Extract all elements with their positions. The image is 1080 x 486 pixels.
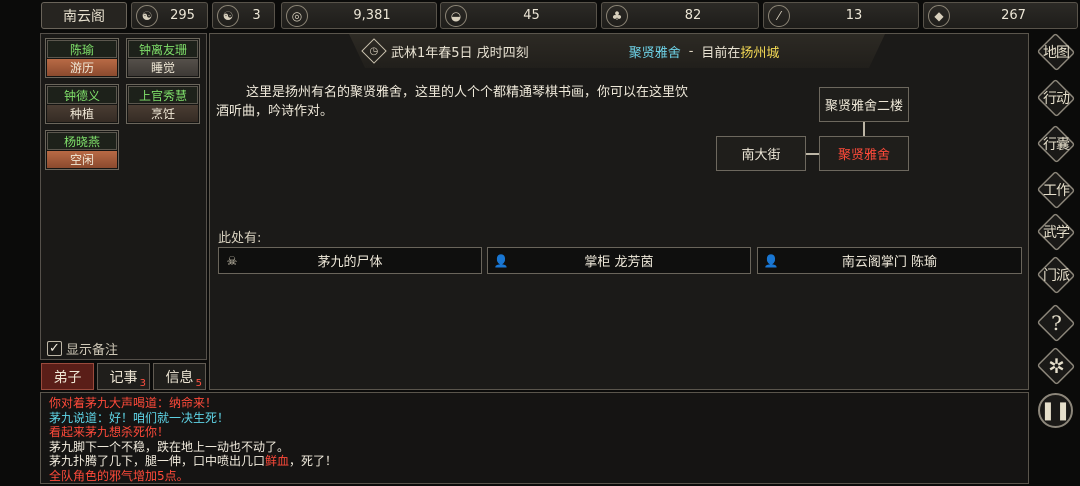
separator: - [688,43,694,59]
resource-reputation[interactable]: ☯ 295 [131,2,208,29]
herb-icon: ♣ [606,4,628,27]
resource-ore[interactable]: ◆ 267 [923,2,1078,29]
map-link-horizontal [806,153,819,155]
disciple-card[interactable]: 陈瑜 游历 [45,38,119,78]
menu-work-button[interactable]: 工作 [1034,172,1078,208]
resource-coin[interactable]: ◎ 9,381 [281,2,437,29]
disciple-name: 杨晓燕 [47,132,117,150]
resource-value: 295 [170,8,195,23]
person-icon: 👤 [493,253,509,268]
resource-value: 9,381 [353,8,391,23]
disciple-status: 睡觉 [128,59,198,76]
tab-label: 信息 [165,369,194,386]
log-text: 茅九扑腾了几下，腿一伸，口中喷出几口 [49,454,266,468]
food-bowl-icon: ◒ [445,4,467,27]
checkmark-icon: ✓ [47,341,62,356]
resource-value: 267 [1001,8,1026,23]
disciple-card[interactable]: 钟德义 种植 [45,84,119,124]
pause-icon: ❚❚ [1040,400,1071,421]
tab-label: 记事 [109,369,138,386]
log-text: ，死了！ [289,454,338,468]
ore-icon: ◆ [928,4,950,27]
disciple-name: 上官秀慧 [128,86,198,104]
skull-icon: ☠ [226,253,238,268]
wood-icon: ⁄ [768,4,790,27]
disciple-status: 种植 [47,105,117,122]
log-highlight: 鲜血 [265,454,290,468]
log-line: 全队角色的邪气增加5点。 [49,468,189,483]
entity-corpse[interactable]: ☠ 茅九的尸体 [218,247,482,274]
reputation-icon: ☯ [136,4,158,27]
resource-food[interactable]: ◒ 45 [440,2,597,29]
resource-value: 82 [684,8,702,23]
message-log[interactable]: 你对着茅九大声喝道：纳命来！ 茅九说道：好！咱们就一决生死！ 看起来茅九想杀死你… [40,392,1029,484]
menu-action-button[interactable]: 行动 [1034,80,1078,116]
show-note-toggle[interactable]: ✓ 显示备注 [47,339,118,358]
disciple-panel [40,33,207,360]
resource-value: 45 [523,8,540,23]
location-banner: ◷ 武林1年春5日 戌时四刻 聚贤雅舍 - 目前在 扬州城 [349,34,885,68]
yinyang-icon: ☯ [217,4,239,27]
menu-map-button[interactable]: 地图 [1034,34,1078,70]
disciple-status: 烹饪 [128,105,198,122]
map-link-vertical [863,122,865,136]
map-node-current[interactable]: 聚贤雅舍 [819,136,909,171]
location-name: 聚贤雅舍 [628,45,681,61]
entity-sect-leader[interactable]: 👤 南云阁掌门 陈瑜 [757,247,1022,274]
disciple-status: 空闲 [47,151,117,168]
log-line: 茅九脚下一个不稳，跌在地上一动也不动了。 [49,439,290,454]
tab-disciples[interactable]: 弟子 [41,363,94,390]
disciple-card[interactable]: 杨晓燕 空闲 [45,130,119,170]
disciple-card[interactable]: 钟离友珊 睡觉 [126,38,200,78]
resource-wood[interactable]: ⁄ 13 [763,2,919,29]
resource-value: 13 [845,8,863,23]
entity-label: 南云阁掌门 陈瑜 [841,255,938,270]
disciple-name: 钟德义 [47,86,117,104]
map-node-north[interactable]: 聚贤雅舍二楼 [819,87,909,122]
gear-icon[interactable]: ✲ [1034,348,1078,384]
entity-label: 掌柜 龙芳茵 [584,255,654,270]
log-line: 看起来茅九想杀死你！ [49,425,170,439]
tab-badge: 5 [195,378,202,389]
disciple-card[interactable]: 上官秀慧 烹饪 [126,84,200,124]
pause-button[interactable]: ❚❚ [1038,393,1073,428]
help-icon[interactable]: ? [1034,305,1078,341]
clock-icon: ◷ [361,38,387,64]
log-line: 茅九说道：好！咱们就一决生死！ [49,410,230,425]
entity-shopkeeper[interactable]: 👤 掌柜 龙芳茵 [487,247,751,274]
tab-journal[interactable]: 记事 3 [97,363,150,390]
here-label: 此处有: [218,231,262,246]
disciple-name: 钟离友珊 [128,40,198,58]
map-node-west[interactable]: 南大街 [716,136,806,171]
resource-herb[interactable]: ♣ 82 [601,2,759,29]
disciple-name: 陈瑜 [47,40,117,58]
tab-label: 弟子 [53,369,82,386]
city-name: 扬州城 [740,45,780,61]
menu-sect-button[interactable]: 门派 [1034,257,1078,293]
sect-name-button[interactable]: 南云阁 [41,2,127,29]
show-note-label: 显示备注 [66,343,119,358]
coin-icon: ◎ [286,4,308,27]
resource-value: 3 [252,8,261,23]
resource-yinyang[interactable]: ☯ 3 [212,2,275,29]
game-date: 武林1年春5日 戌时四刻 [391,45,529,61]
log-line: 你对着茅九大声喝道：纳命来！ [49,396,218,410]
person-icon: 👤 [763,253,779,268]
now-at-label: 目前在 [701,45,741,61]
disciple-status: 游历 [47,59,117,76]
location-panel: ◷ 武林1年春5日 戌时四刻 聚贤雅舍 - 目前在 扬州城 这里是扬州有名的聚贤… [209,33,1029,390]
tab-badge: 3 [139,378,146,389]
log-line: 茅九扑腾了几下，腿一伸，口中喷出几口鲜血，死了！ [49,454,1028,469]
entity-label: 茅九的尸体 [317,255,383,270]
menu-bag-button[interactable]: 行囊 [1034,126,1078,162]
tab-messages[interactable]: 信息 5 [153,363,206,390]
menu-martial-button[interactable]: 武学 [1034,214,1078,250]
location-description: 这里是扬州有名的聚贤雅舍，这里的人个个都精通琴棋书画，你可以在这里饮酒听曲，吟诗… [216,85,689,119]
